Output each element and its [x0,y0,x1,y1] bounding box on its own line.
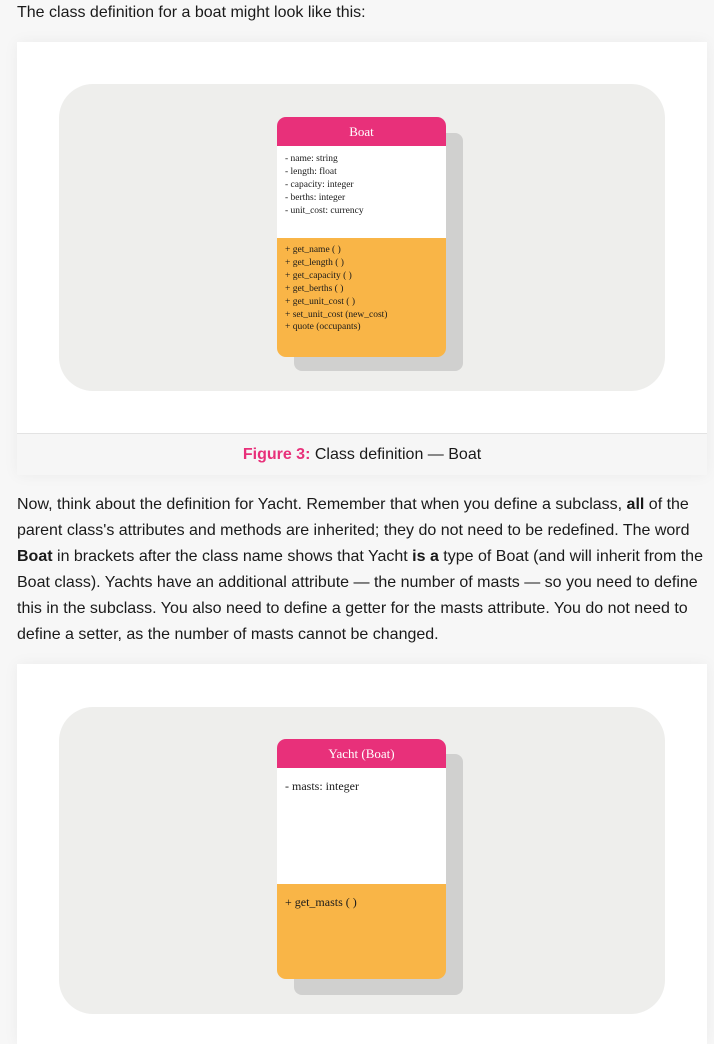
class-box-yacht: Yacht (Boat) - masts: integer + get_mast… [277,739,446,979]
method-item: + get_length ( ) [285,257,344,268]
method-item: + get_masts ( ) [285,895,357,909]
figure-image-area: Boat - name: string - length: float - ca… [17,42,707,433]
paragraph-run: Now, think about the definition for Yach… [17,496,627,513]
method-item: + quote (occupants) [285,322,361,333]
figure-image-area: Yacht (Boat) - masts: integer + get_mast… [17,664,707,1044]
method-item: + get_unit_cost ( ) [285,296,355,307]
paragraph-run: in brackets after the class name shows t… [52,548,413,565]
paragraph-bold-run: all [626,496,645,513]
class-name-header: Boat [277,117,446,146]
attribute-item: - name: string [285,154,338,164]
diagram-panel: Boat - name: string - length: float - ca… [59,84,665,391]
attribute-item: - unit_cost: currency [285,205,364,216]
methods-section: + get_masts ( ) [277,884,446,979]
intro-text: The class definition for a boat might lo… [17,4,366,21]
attributes-section: - name: string - length: float - capacit… [277,146,446,238]
caption-text: Class definition — Boat [310,446,482,463]
paragraph-bold-run: is a [412,548,439,565]
method-item: + get_berths ( ) [285,283,344,294]
attribute-item: - length: float [285,166,337,177]
figure-boat: Boat - name: string - length: float - ca… [17,42,707,475]
caption-label: Figure 3: [242,446,311,463]
diagram-panel: Yacht (Boat) - masts: integer + get_mast… [59,707,665,1014]
figure-yacht: Yacht (Boat) - masts: integer + get_mast… [17,664,707,1044]
method-item: + set_unit_cost (new_cost) [285,309,388,320]
body-paragraph: Now, think about the definition for Yach… [17,492,707,648]
paragraph-bold-run: Boat [17,548,53,565]
attributes-section: - masts: integer [277,768,446,884]
figure-caption: Figure 3: Class definition — Boat [17,433,707,475]
class-name-header: Yacht (Boat) [277,739,446,768]
class-box-boat: Boat - name: string - length: float - ca… [277,117,446,357]
attribute-item: - berths: integer [285,192,346,203]
method-item: + get_name ( ) [285,245,341,255]
attribute-item: - capacity: integer [285,179,354,190]
methods-section: + get_name ( ) + get_length ( ) + get_ca… [277,238,446,357]
attribute-item: - masts: integer [285,779,359,793]
method-item: + get_capacity ( ) [285,270,352,281]
